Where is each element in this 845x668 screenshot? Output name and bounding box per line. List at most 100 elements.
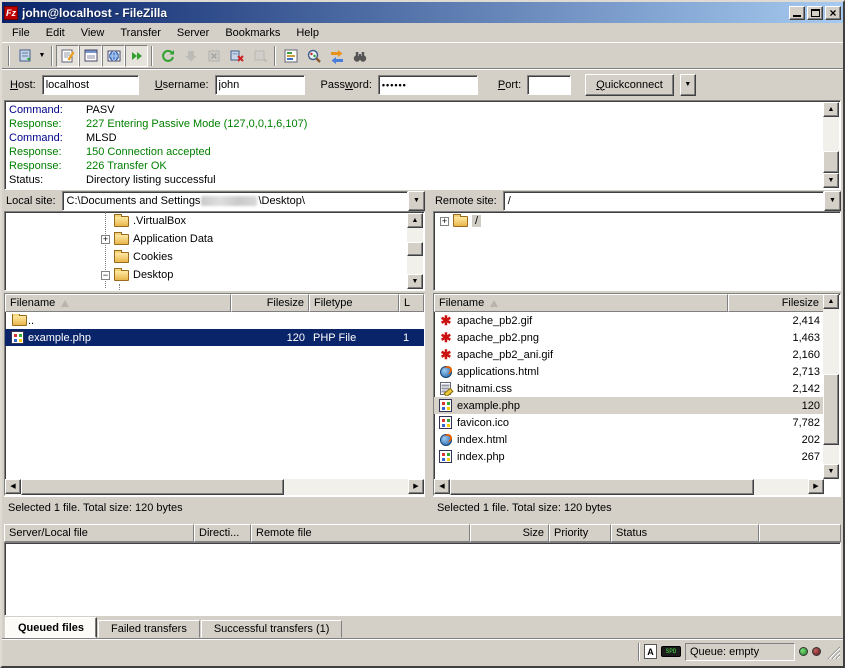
scrollbar-thumb[interactable] xyxy=(21,479,284,495)
column-header-last-modified[interactable]: L xyxy=(399,294,424,312)
file-row[interactable]: ✱apache_pb2.png 1,463 xyxy=(434,329,824,346)
local-site-combobox[interactable]: C:\Documents and Settings\Desktop\ ▼ xyxy=(62,191,425,211)
file-row[interactable]: applications.html 2,713 xyxy=(434,363,824,380)
scrollbar-thumb[interactable] xyxy=(823,374,839,445)
remote-horizontal-scrollbar[interactable]: ◀ ▶ xyxy=(434,479,824,495)
menu-transfer[interactable]: Transfer xyxy=(112,25,169,41)
scroll-left-icon[interactable]: ◀ xyxy=(434,479,450,494)
column-header-filename[interactable]: Filename xyxy=(5,294,231,312)
find-files-button[interactable] xyxy=(348,45,371,67)
tree-item-virtualbox[interactable]: .VirtualBox xyxy=(5,212,424,230)
site-manager-button[interactable] xyxy=(13,45,36,67)
scroll-up-icon[interactable]: ▲ xyxy=(823,102,839,117)
column-header-priority[interactable]: Priority xyxy=(549,524,611,542)
file-row[interactable]: ✱apache_pb2.gif 2,414 xyxy=(434,312,824,329)
tree-item-cookies[interactable]: Cookies xyxy=(5,248,424,266)
process-queue-button[interactable] xyxy=(179,45,202,67)
quickconnect-button[interactable]: Quickconnect xyxy=(585,74,674,96)
scroll-down-icon[interactable]: ▼ xyxy=(823,173,839,188)
tab-successful-transfers[interactable]: Successful transfers (1) xyxy=(201,620,343,638)
tree-item-desktop[interactable]: − Desktop xyxy=(5,266,424,284)
log-scrollbar[interactable]: ▲ ▼ xyxy=(823,102,839,188)
menu-edit[interactable]: Edit xyxy=(38,25,73,41)
file-row[interactable]: favicon.ico 7,782 xyxy=(434,414,824,431)
file-row[interactable]: ✱apache_pb2_ani.gif 2,160 xyxy=(434,346,824,363)
transfer-queue-icon xyxy=(129,48,145,64)
column-header-server-local-file[interactable]: Server/Local file xyxy=(4,524,194,542)
scroll-up-icon[interactable]: ▲ xyxy=(407,213,423,228)
tree-collapse-icon[interactable]: − xyxy=(101,271,110,280)
queue-size-panel: Queue: empty xyxy=(685,643,795,661)
column-header-size[interactable]: Size xyxy=(470,524,549,542)
scroll-right-icon[interactable]: ▶ xyxy=(408,479,424,494)
menu-file[interactable]: File xyxy=(4,25,38,41)
scrollbar-thumb[interactable] xyxy=(450,479,754,495)
scrollbar-thumb[interactable] xyxy=(407,242,423,256)
menu-help[interactable]: Help xyxy=(288,25,327,41)
refresh-button[interactable] xyxy=(156,45,179,67)
file-row[interactable]: bitnami.css 2,142 xyxy=(434,380,824,397)
host-field-wrap xyxy=(42,75,139,95)
remote-list-scrollbar[interactable]: ▲ ▼ xyxy=(823,294,839,479)
synchronized-browsing-button[interactable] xyxy=(325,45,348,67)
menu-bookmarks[interactable]: Bookmarks xyxy=(217,25,288,41)
tab-queued-files[interactable]: Queued files xyxy=(5,617,97,638)
password-input[interactable] xyxy=(379,80,477,90)
file-row-example-php[interactable]: example.php 120 PHP File 1 xyxy=(5,329,424,346)
scroll-down-icon[interactable]: ▼ xyxy=(823,464,839,479)
toggle-local-tree-button[interactable] xyxy=(79,45,102,67)
local-horizontal-scrollbar[interactable]: ◀ ▶ xyxy=(5,479,424,495)
column-header-filesize[interactable]: Filesize xyxy=(728,294,824,312)
chevron-down-icon: ▼ xyxy=(39,52,46,59)
menu-server[interactable]: Server xyxy=(169,25,217,41)
column-header-remote-file[interactable]: Remote file xyxy=(251,524,470,542)
toggle-message-log-button[interactable] xyxy=(56,45,79,67)
tree-item-root[interactable]: + / xyxy=(434,212,840,230)
minimize-button[interactable] xyxy=(789,6,805,20)
combo-dropdown-button[interactable]: ▼ xyxy=(408,191,425,211)
toggle-transfer-queue-button[interactable] xyxy=(125,45,148,67)
directory-listing-filters-button[interactable] xyxy=(279,45,302,67)
column-header-direction[interactable]: Directi... xyxy=(194,524,251,542)
queue-list-empty[interactable] xyxy=(4,542,841,616)
speed-limit-icon[interactable]: SPD xyxy=(661,646,681,657)
toggle-remote-tree-button[interactable] xyxy=(102,45,125,67)
username-input[interactable] xyxy=(216,79,304,91)
menu-view[interactable]: View xyxy=(73,25,113,41)
scroll-up-icon[interactable]: ▲ xyxy=(823,294,839,309)
reconnect-button[interactable] xyxy=(248,45,271,67)
scroll-down-icon[interactable]: ▼ xyxy=(407,274,423,289)
scroll-right-icon[interactable]: ▶ xyxy=(808,479,824,494)
file-row[interactable]: index.php 267 xyxy=(434,448,824,465)
column-header-filetype[interactable]: Filetype xyxy=(309,294,399,312)
local-tree-scrollbar[interactable]: ▲ ▼ xyxy=(407,213,423,289)
tab-failed-transfers[interactable]: Failed transfers xyxy=(98,620,200,638)
port-input[interactable] xyxy=(528,79,570,91)
column-header-status[interactable]: Status xyxy=(611,524,759,542)
tree-item-application-data[interactable]: + Application Data xyxy=(5,230,424,248)
file-row[interactable]: index.html 202 xyxy=(434,431,824,448)
transfer-type-ascii-icon[interactable]: A xyxy=(644,644,657,659)
remote-site-combobox[interactable]: / ▼ xyxy=(503,191,841,211)
site-manager-dropdown[interactable]: ▼ xyxy=(36,45,48,67)
compare-icon xyxy=(306,48,322,64)
combo-dropdown-button[interactable]: ▼ xyxy=(824,191,841,211)
close-button[interactable]: × xyxy=(825,6,841,20)
titlebar[interactable]: Fz john@localhost - FileZilla × xyxy=(2,2,843,23)
scroll-left-icon[interactable]: ◀ xyxy=(5,479,21,494)
directory-comparison-button[interactable] xyxy=(302,45,325,67)
host-input[interactable] xyxy=(43,79,138,91)
resize-grip-icon[interactable] xyxy=(825,644,840,659)
file-row-selected[interactable]: example.php 120 xyxy=(434,397,824,414)
maximize-button[interactable] xyxy=(807,6,823,20)
vertical-splitter[interactable] xyxy=(425,190,433,518)
cancel-operation-button[interactable] xyxy=(202,45,225,67)
column-header-filesize[interactable]: Filesize xyxy=(231,294,309,312)
tree-expand-icon[interactable]: + xyxy=(101,235,110,244)
quickconnect-dropdown[interactable]: ▼ xyxy=(680,74,696,96)
scrollbar-thumb[interactable] xyxy=(823,151,839,173)
tree-expand-icon[interactable]: + xyxy=(440,217,449,226)
column-header-filename[interactable]: Filename xyxy=(434,294,728,312)
disconnect-button[interactable] xyxy=(225,45,248,67)
file-row-parent-dir[interactable]: .. xyxy=(5,312,424,329)
